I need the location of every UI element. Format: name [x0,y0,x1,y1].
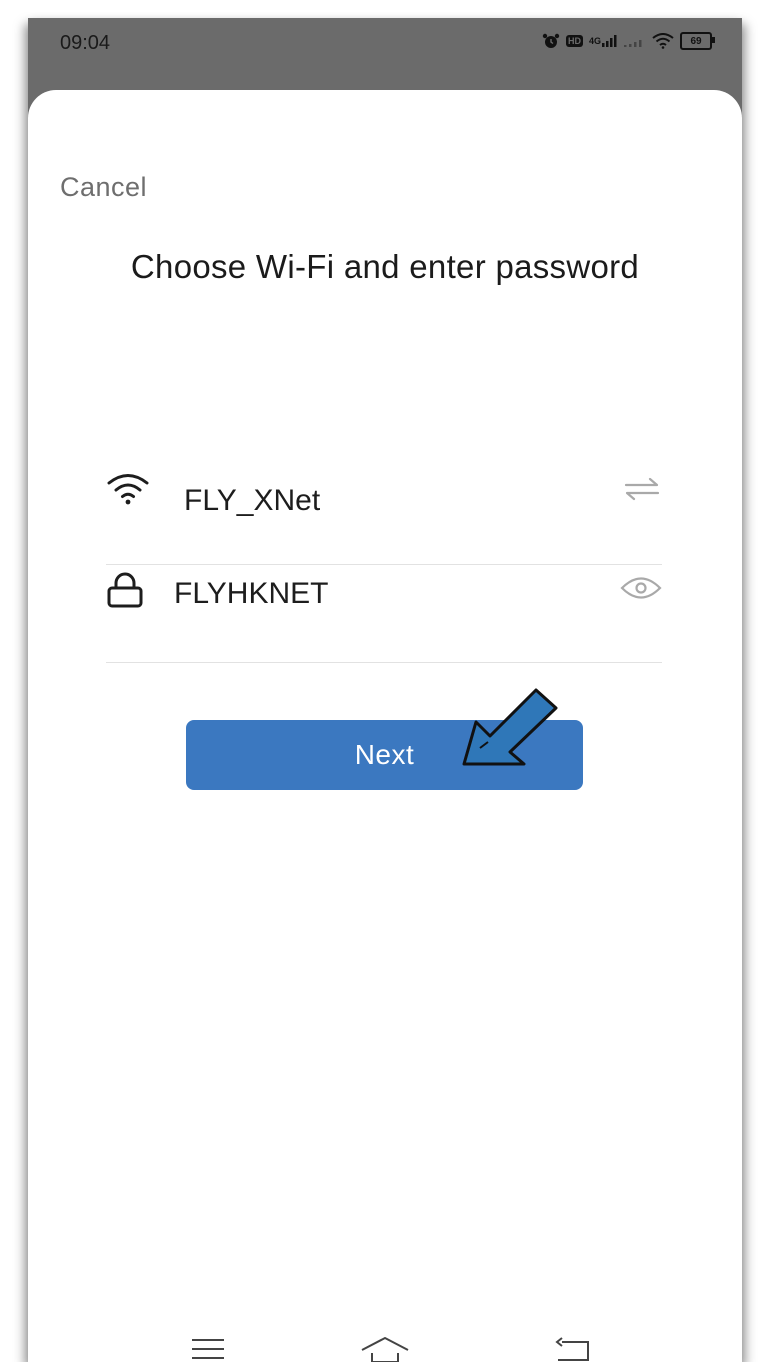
password-field[interactable]: FLYHKNET [174,577,328,611]
back-icon[interactable] [554,1336,592,1362]
next-button-label: Next [354,739,415,770]
lock-icon [106,542,144,638]
status-time: 09:04 [60,32,111,54]
system-nav-bar [28,1320,742,1362]
signal-4g-icon: 4G [589,35,618,47]
pointer-arrow-annotation [458,684,562,777]
hd-icon: HD [565,35,583,47]
alarm-icon [542,33,560,49]
signal-icon [624,35,646,47]
wifi-ssid: FLY_XNet [184,484,321,517]
menu-icon[interactable] [190,1336,226,1362]
status-bar: 09:04 HD 4G 69 [28,18,742,70]
password-row[interactable]: FLYHKNET [106,566,662,663]
home-icon[interactable] [360,1336,410,1362]
eye-icon[interactable] [620,540,662,636]
page-title: Choose Wi-Fi and enter password [130,248,640,285]
switch-network-icon[interactable] [622,438,662,540]
wifi-icon [106,438,150,540]
wifi-setup-sheet: Cancel Choose Wi-Fi and enter password F… [28,90,742,1362]
wifi-network-row[interactable]: FLY_XNet [106,462,662,565]
wifi-icon [652,33,674,49]
status-icons: HD 4G 69 [542,32,715,50]
battery-icon: 69 [680,32,715,50]
phone-screen: 09:04 HD 4G 69 Cancel Choose Wi-Fi and e… [28,18,742,1362]
cancel-button[interactable]: Cancel [60,172,147,203]
